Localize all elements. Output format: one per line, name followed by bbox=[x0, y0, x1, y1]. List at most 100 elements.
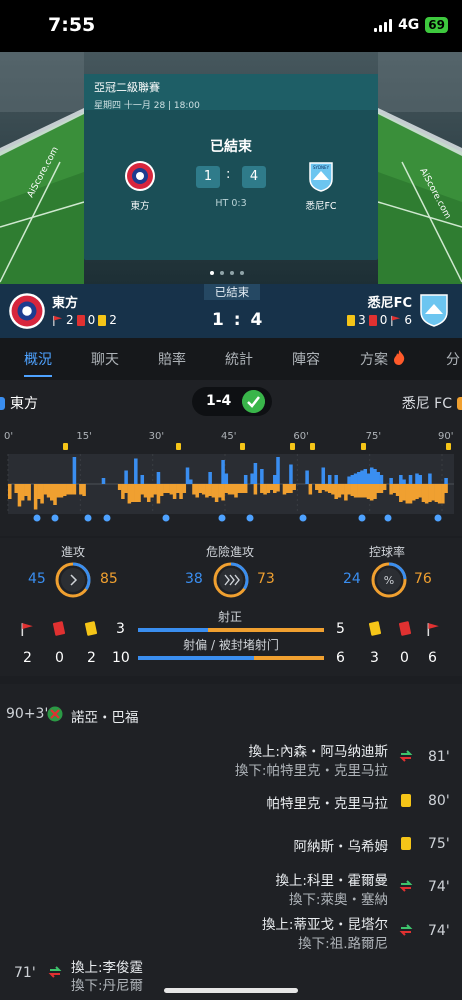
momentum-away-bar bbox=[276, 484, 280, 492]
momentum-home-bar bbox=[243, 475, 248, 484]
corner-flag-icon bbox=[53, 315, 63, 326]
tab-odds[interactable]: 賠率 bbox=[158, 349, 186, 369]
tab-more[interactable]: 分 bbox=[446, 349, 460, 369]
momentum-home-bar bbox=[389, 478, 393, 484]
momentum-tick-label: 30' bbox=[149, 431, 164, 442]
momentum-away-bar bbox=[169, 484, 174, 495]
away-score: 4 bbox=[242, 166, 266, 188]
score-bar-score: 1 : 4 bbox=[212, 310, 265, 330]
match-hero[interactable]: AiScore.com AiScore.com 亞冠二級聯賽 星期四 十一月 2… bbox=[0, 52, 462, 284]
momentum-away-bar bbox=[166, 484, 170, 493]
event-minute: 74' bbox=[428, 923, 450, 939]
momentum-away-bar bbox=[366, 484, 371, 499]
momentum-event-marker bbox=[434, 514, 442, 522]
momentum-away-bar bbox=[373, 484, 377, 499]
event-sub-out[interactable]: 換下:帕特里克・克里马拉 bbox=[235, 759, 388, 779]
event-player[interactable]: 阿納斯・乌希姆 bbox=[294, 835, 389, 855]
possession-label: 控球率 bbox=[368, 545, 405, 559]
event-sub-out[interactable]: 換下:萊奧・塞納 bbox=[289, 888, 388, 908]
tab-plans[interactable]: 方案 bbox=[360, 349, 388, 369]
momentum-tick-label: 45' bbox=[221, 431, 236, 442]
status-bar: 7:55 4G 69 bbox=[0, 0, 462, 52]
momentum-home-bar bbox=[444, 478, 448, 484]
summary-away-name: 悉尼 FC bbox=[401, 396, 452, 412]
clock: 7:55 bbox=[48, 14, 96, 36]
momentum-home-bar bbox=[250, 473, 254, 484]
momentum-away-bar bbox=[214, 484, 219, 502]
momentum-away-bar bbox=[363, 484, 368, 498]
red-card-icon bbox=[52, 621, 66, 636]
tab-chat[interactable]: 聊天 bbox=[91, 349, 119, 369]
momentum-away-bar bbox=[308, 484, 313, 495]
substitution-icon bbox=[48, 966, 62, 978]
home-yellow-cards: 2 bbox=[109, 313, 117, 327]
momentum-home-bar bbox=[253, 463, 258, 484]
momentum-away-bar bbox=[218, 484, 222, 498]
momentum-home-bar bbox=[357, 472, 361, 484]
momentum-away-bar bbox=[231, 484, 235, 495]
home-score: 1 bbox=[196, 166, 220, 188]
home-match-stats: 2 0 2 bbox=[52, 313, 117, 327]
event-sub-in[interactable]: 換上:內森・阿马纳迪斯 bbox=[248, 740, 388, 760]
event-sub-in[interactable]: 換上:科里・霍爾曼 bbox=[275, 869, 388, 889]
momentum-home-bar bbox=[376, 472, 380, 484]
momentum-home-bar bbox=[140, 475, 145, 484]
dangerous-home: 38 bbox=[185, 571, 203, 587]
momentum-away-bar bbox=[82, 484, 86, 496]
momentum-away-bar bbox=[395, 484, 400, 496]
away-match-stats: 3 0 6 bbox=[347, 313, 412, 327]
match-card[interactable]: 亞冠二級聯賽 星期四 十一月 28 | 18:00 已結束 東方 1 : 4 S… bbox=[84, 74, 378, 260]
red-card-icon bbox=[76, 314, 85, 326]
momentum-away-bar bbox=[20, 484, 25, 501]
event-player[interactable]: 帕特里克・克里马拉 bbox=[267, 792, 389, 812]
home-yellow-count: 2 bbox=[87, 650, 96, 666]
momentum-away-bar bbox=[392, 484, 397, 493]
on-target-bar-away bbox=[207, 628, 324, 632]
momentum-away-bar bbox=[56, 484, 61, 498]
event-player[interactable]: 諾亞・巴福 bbox=[71, 706, 139, 726]
momentum-away-bar bbox=[444, 484, 448, 493]
league-name: 亞冠二級聯賽 bbox=[94, 81, 160, 94]
momentum-home-bar bbox=[415, 473, 419, 484]
momentum-home-bar bbox=[373, 469, 377, 484]
tab-stats[interactable]: 統計 bbox=[225, 349, 253, 369]
momentum-away-bar bbox=[163, 484, 167, 493]
momentum-away-bar bbox=[146, 484, 151, 502]
home-corners: 2 bbox=[66, 313, 74, 327]
event-sub-in[interactable]: 換上:李俊霆 bbox=[71, 956, 143, 976]
momentum-away-bar bbox=[402, 484, 406, 501]
away-yellow-cards: 3 bbox=[358, 313, 366, 327]
momentum-away-bar bbox=[153, 484, 157, 495]
momentum-away-bar bbox=[266, 484, 271, 493]
momentum-away-bar bbox=[428, 484, 432, 502]
carousel-dots[interactable] bbox=[210, 271, 244, 275]
momentum-away-bar bbox=[192, 484, 196, 495]
momentum-away-bar bbox=[221, 484, 225, 501]
momentum-home-bar bbox=[208, 472, 212, 484]
card-header: 亞冠二級聯賽 星期四 十一月 28 | 18:00 bbox=[84, 74, 378, 111]
network-label: 4G bbox=[398, 17, 420, 33]
home-indicator[interactable] bbox=[164, 988, 298, 993]
dangerous-ring bbox=[213, 562, 249, 598]
yellow-card-icon bbox=[98, 314, 107, 326]
tab-overview[interactable]: 概況 bbox=[24, 349, 52, 369]
momentum-home-bar bbox=[276, 457, 280, 484]
score-bar-away-name: 悉尼FC bbox=[367, 296, 412, 311]
tab-lineup[interactable]: 陣容 bbox=[292, 349, 320, 369]
events-timeline: 90+3' 諾亞・巴福 換上:內森・阿马纳迪斯 換下:帕特里克・克里马拉 81'… bbox=[0, 684, 462, 1000]
momentum-home-bar bbox=[321, 467, 326, 484]
momentum-away-bar bbox=[140, 484, 145, 495]
event-sub-in[interactable]: 換上:蒂亚戈・昆塔尔 bbox=[262, 913, 388, 933]
momentum-away-bar bbox=[408, 484, 413, 504]
event-sub-out[interactable]: 換下:丹尼爾 bbox=[71, 974, 143, 994]
event-minute: 71' bbox=[14, 965, 36, 981]
momentum-away-bar bbox=[33, 484, 38, 510]
event-sub-out[interactable]: 換下:祖.路爾尼 bbox=[298, 932, 388, 952]
momentum-home-bar bbox=[221, 460, 225, 484]
momentum-home-bar bbox=[305, 470, 309, 484]
momentum-home-bar bbox=[72, 457, 77, 484]
momentum-away-bar bbox=[79, 484, 83, 495]
momentum-away-bar bbox=[324, 484, 329, 492]
off-target-away: 6 bbox=[336, 650, 345, 666]
substitution-icon bbox=[399, 924, 413, 936]
